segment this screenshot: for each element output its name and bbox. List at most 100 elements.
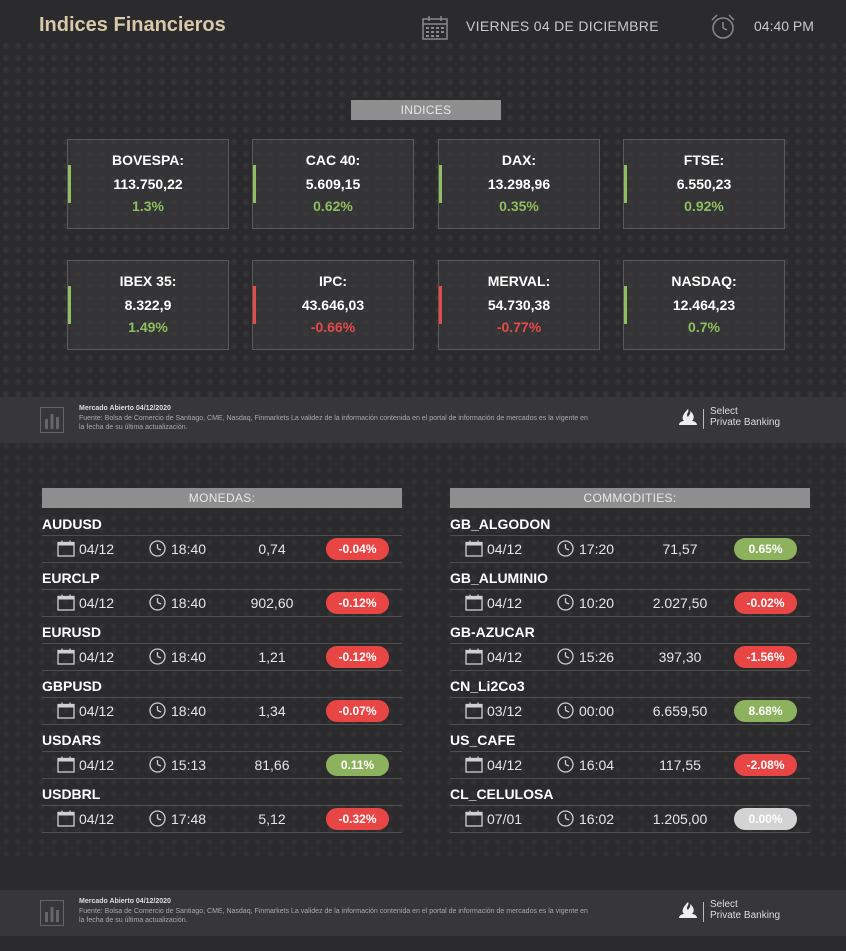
calendar-icon xyxy=(465,648,483,665)
index-change: 0.92% xyxy=(684,198,724,214)
change-badge: -0.07% xyxy=(326,700,389,722)
brand-line-2: Private Banking xyxy=(710,417,781,428)
index-card: IBEX 35: 8.322,9 1.49% xyxy=(67,260,229,350)
header: Indices Financieros VIERNES 04 DE DICIEM… xyxy=(0,0,846,56)
quote-price: 1.205,00 xyxy=(652,811,708,827)
index-card: MERVAL: 54.730,38 -0.77% xyxy=(438,260,600,350)
quote-date: 04/12 xyxy=(487,757,523,773)
index-change: -0.77% xyxy=(496,319,542,335)
instrument-name: GB-AZUCAR xyxy=(450,624,535,640)
market-info-band: Mercado Abierto 04/12/2020 Fuente: Bolsa… xyxy=(0,397,846,443)
clock-icon xyxy=(149,594,166,611)
list-item: GBPUSD 04/12 18:40 1,34 -0.07% xyxy=(42,672,402,726)
quote-time: 10:20 xyxy=(579,595,615,611)
list-item: GB-AZUCAR 04/12 15:26 397,30 -1.56% xyxy=(450,618,810,672)
quote-time: 18:40 xyxy=(171,595,207,611)
monedas-section-label: MONEDAS: xyxy=(42,488,402,508)
calendar-icon xyxy=(57,594,75,611)
change-badge: -0.32% xyxy=(326,808,389,830)
logo-divider xyxy=(703,902,704,922)
index-name: IBEX 35: xyxy=(119,273,177,289)
index-value: 43.646,03 xyxy=(301,297,365,313)
flame-logo-icon xyxy=(679,902,697,918)
current-time: 04:40 PM xyxy=(754,18,814,34)
quote-date: 04/12 xyxy=(79,595,115,611)
row-divider xyxy=(450,697,810,698)
index-name: IPC: xyxy=(319,273,347,289)
index-name: DAX: xyxy=(501,152,537,168)
row-divider xyxy=(450,562,810,563)
quote-date: 04/12 xyxy=(79,541,115,557)
list-item: USDARS 04/12 15:13 81,66 0.11% xyxy=(42,726,402,780)
index-name: CAC 40: xyxy=(305,152,361,168)
index-card: DAX: 13.298,96 0.35% xyxy=(438,139,600,229)
index-change: 1.49% xyxy=(128,319,168,335)
row-divider xyxy=(42,805,402,806)
quote-price: 2.027,50 xyxy=(652,595,708,611)
current-date: VIERNES 04 DE DICIEMBRE xyxy=(466,18,659,34)
quote-time: 17:48 xyxy=(171,811,207,827)
change-badge: -0.12% xyxy=(326,646,389,668)
change-badge: 0.11% xyxy=(326,754,389,776)
row-divider xyxy=(42,643,402,644)
instrument-name: GB_ALGODON xyxy=(450,516,551,532)
quote-date: 03/12 xyxy=(487,703,523,719)
row-divider xyxy=(450,616,810,617)
indices-section-label: INDICES xyxy=(351,100,501,120)
instrument-name: CN_Li2Co3 xyxy=(450,678,525,694)
index-value: 13.298,96 xyxy=(487,176,551,192)
quote-price: 117,55 xyxy=(659,757,701,773)
instrument-name: GB_ALUMINIO xyxy=(450,570,548,586)
quote-time: 17:20 xyxy=(579,541,615,557)
change-badge: -0.12% xyxy=(326,592,389,614)
list-item: US_CAFE 04/12 16:04 117,55 -2.08% xyxy=(450,726,810,780)
quote-price: 397,30 xyxy=(658,649,702,665)
clock-icon xyxy=(557,756,574,773)
calendar-icon xyxy=(57,540,75,557)
market-status: Mercado Abierto 04/12/2020 xyxy=(79,898,171,905)
quote-time: 16:04 xyxy=(579,757,615,773)
index-value: 54.730,38 xyxy=(487,297,551,313)
brand-line-1: Select xyxy=(710,406,738,417)
row-divider xyxy=(450,535,810,536)
row-divider xyxy=(42,724,402,725)
clock-icon xyxy=(557,648,574,665)
instrument-name: EURUSD xyxy=(42,624,102,640)
index-name: MERVAL: xyxy=(487,273,551,289)
row-divider xyxy=(42,832,402,833)
data-source-note: Fuente: Bolsa de Comercio de Santiago, C… xyxy=(79,415,588,431)
quote-date: 04/12 xyxy=(79,649,115,665)
calendar-icon xyxy=(465,540,483,557)
instrument-name: GBPUSD xyxy=(42,678,102,694)
calendar-icon xyxy=(465,702,483,719)
row-divider xyxy=(450,670,810,671)
calendar-icon xyxy=(465,810,483,827)
index-value: 12.464,23 xyxy=(672,297,736,313)
calendar-icon xyxy=(57,756,75,773)
quote-price: 6.659,50 xyxy=(652,703,708,719)
quote-price: 1,21 xyxy=(258,649,286,665)
quote-time: 00:00 xyxy=(579,703,615,719)
index-value: 8.322,9 xyxy=(124,297,172,313)
alarm-clock-icon xyxy=(711,14,735,39)
commodities-section-label: COMMODITIES: xyxy=(450,488,810,508)
row-divider xyxy=(42,670,402,671)
index-change: -0.66% xyxy=(310,319,356,335)
list-item: EURUSD 04/12 18:40 1,21 -0.12% xyxy=(42,618,402,672)
index-card: IPC: 43.646,03 -0.66% xyxy=(252,260,414,350)
index-name: FTSE: xyxy=(683,152,725,168)
list-item: EURCLP 04/12 18:40 902,60 -0.12% xyxy=(42,564,402,618)
clock-icon xyxy=(149,756,166,773)
row-divider xyxy=(450,751,810,752)
row-divider xyxy=(450,832,810,833)
instrument-name: AUDUSD xyxy=(42,516,102,532)
quote-time: 15:26 xyxy=(579,649,615,665)
instrument-name: US_CAFE xyxy=(450,732,516,748)
quote-price: 0,74 xyxy=(258,541,286,557)
list-item: GB_ALUMINIO 04/12 10:20 2.027,50 -0.02% xyxy=(450,564,810,618)
logo-divider xyxy=(703,409,704,429)
row-divider xyxy=(42,751,402,752)
instrument-name: USDBRL xyxy=(42,786,101,802)
change-badge: -1.56% xyxy=(734,646,797,668)
index-card: NASDAQ: 12.464,23 0.7% xyxy=(623,260,785,350)
